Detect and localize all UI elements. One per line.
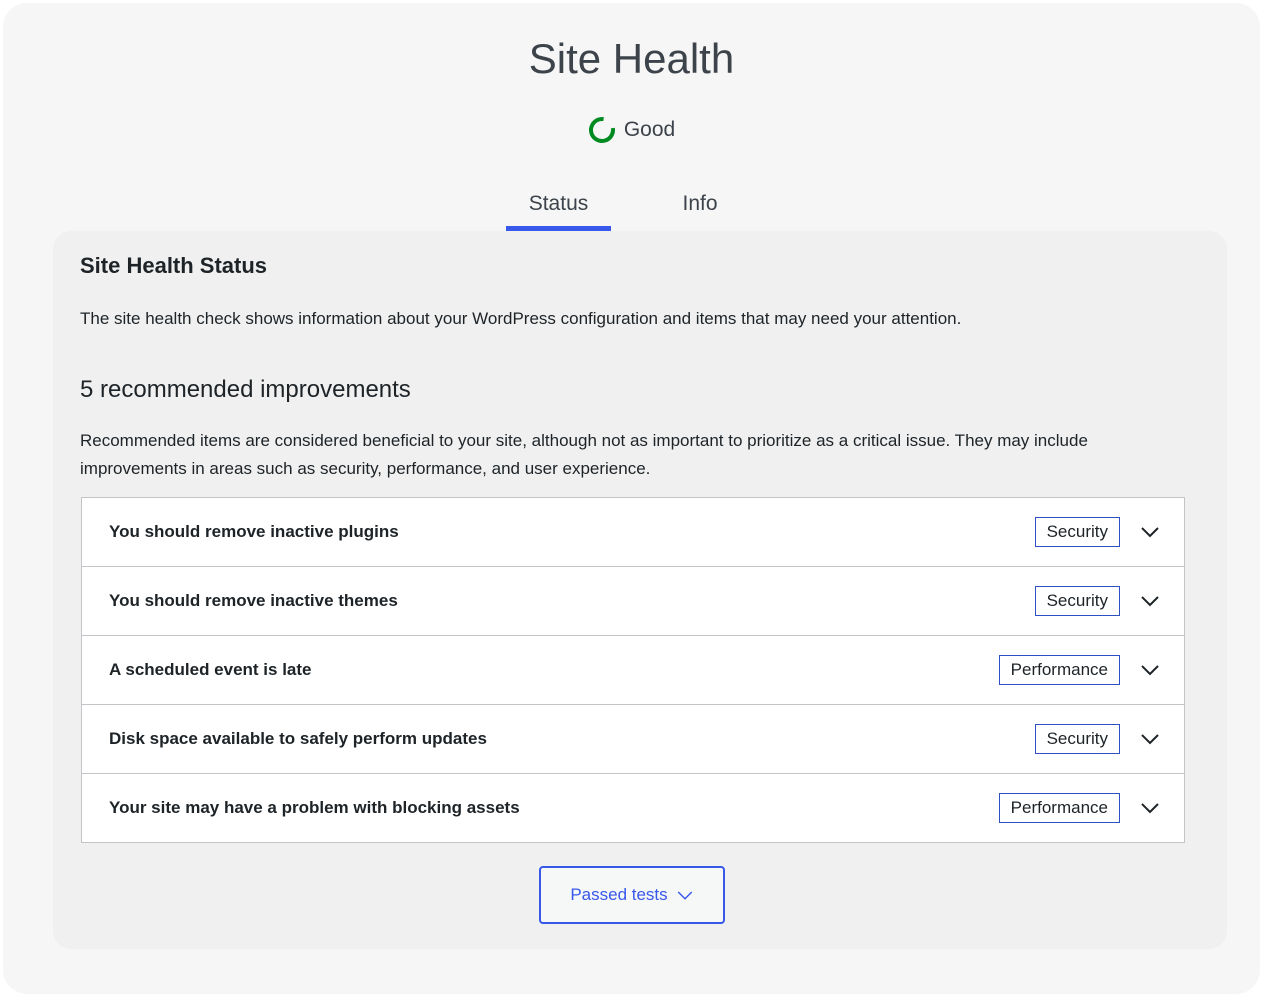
category-badge: Security <box>1034 586 1120 616</box>
issue-label: A scheduled event is late <box>109 660 312 679</box>
tab-status[interactable]: Status <box>506 181 611 231</box>
card-description: The site health check shows information … <box>80 309 962 328</box>
chevron-down-icon[interactable] <box>1138 658 1162 682</box>
issue-label: You should remove inactive plugins <box>109 522 399 541</box>
issue-label: Disk space available to safely perform u… <box>109 729 487 748</box>
issue-row[interactable]: Your site may have a problem with blocki… <box>82 774 1184 842</box>
issue-row[interactable]: You should remove inactive themes Securi… <box>82 567 1184 636</box>
chevron-down-icon[interactable] <box>1138 796 1162 820</box>
category-badge: Security <box>1034 724 1120 754</box>
chevron-down-icon[interactable] <box>1138 589 1162 613</box>
issues-list: You should remove inactive plugins Secur… <box>81 497 1185 843</box>
improvements-count-title: 5 recommended improvements <box>80 376 411 403</box>
tab-bar: Status Info <box>506 181 789 231</box>
chevron-down-icon[interactable] <box>1138 727 1162 751</box>
issue-row[interactable]: A scheduled event is late Performance <box>82 636 1184 705</box>
status-ring-icon <box>588 117 615 143</box>
status-label: Good <box>623 118 676 141</box>
status-card: Site Health Status The site health check… <box>53 231 1227 949</box>
category-badge: Security <box>1034 517 1120 547</box>
site-health-page: Site Health Good Status Info Site Health… <box>3 3 1260 994</box>
passed-tests-label: Passed tests <box>570 885 668 904</box>
passed-tests-button[interactable]: Passed tests <box>539 866 725 924</box>
issue-row[interactable]: You should remove inactive plugins Secur… <box>82 498 1184 567</box>
chevron-down-icon <box>677 891 692 900</box>
category-badge: Performance <box>998 793 1120 823</box>
category-badge: Performance <box>998 655 1120 685</box>
card-title: Site Health Status <box>80 253 268 278</box>
issue-row[interactable]: Disk space available to safely perform u… <box>82 705 1184 774</box>
chevron-down-icon[interactable] <box>1138 520 1162 544</box>
improvements-description: Recommended items are considered benefic… <box>80 431 1088 478</box>
health-status: Good <box>3 116 1260 144</box>
tab-info[interactable]: Info <box>611 181 789 231</box>
page-title: Site Health <box>528 35 735 82</box>
issue-label: You should remove inactive themes <box>109 591 398 610</box>
issue-label: Your site may have a problem with blocki… <box>109 798 520 817</box>
